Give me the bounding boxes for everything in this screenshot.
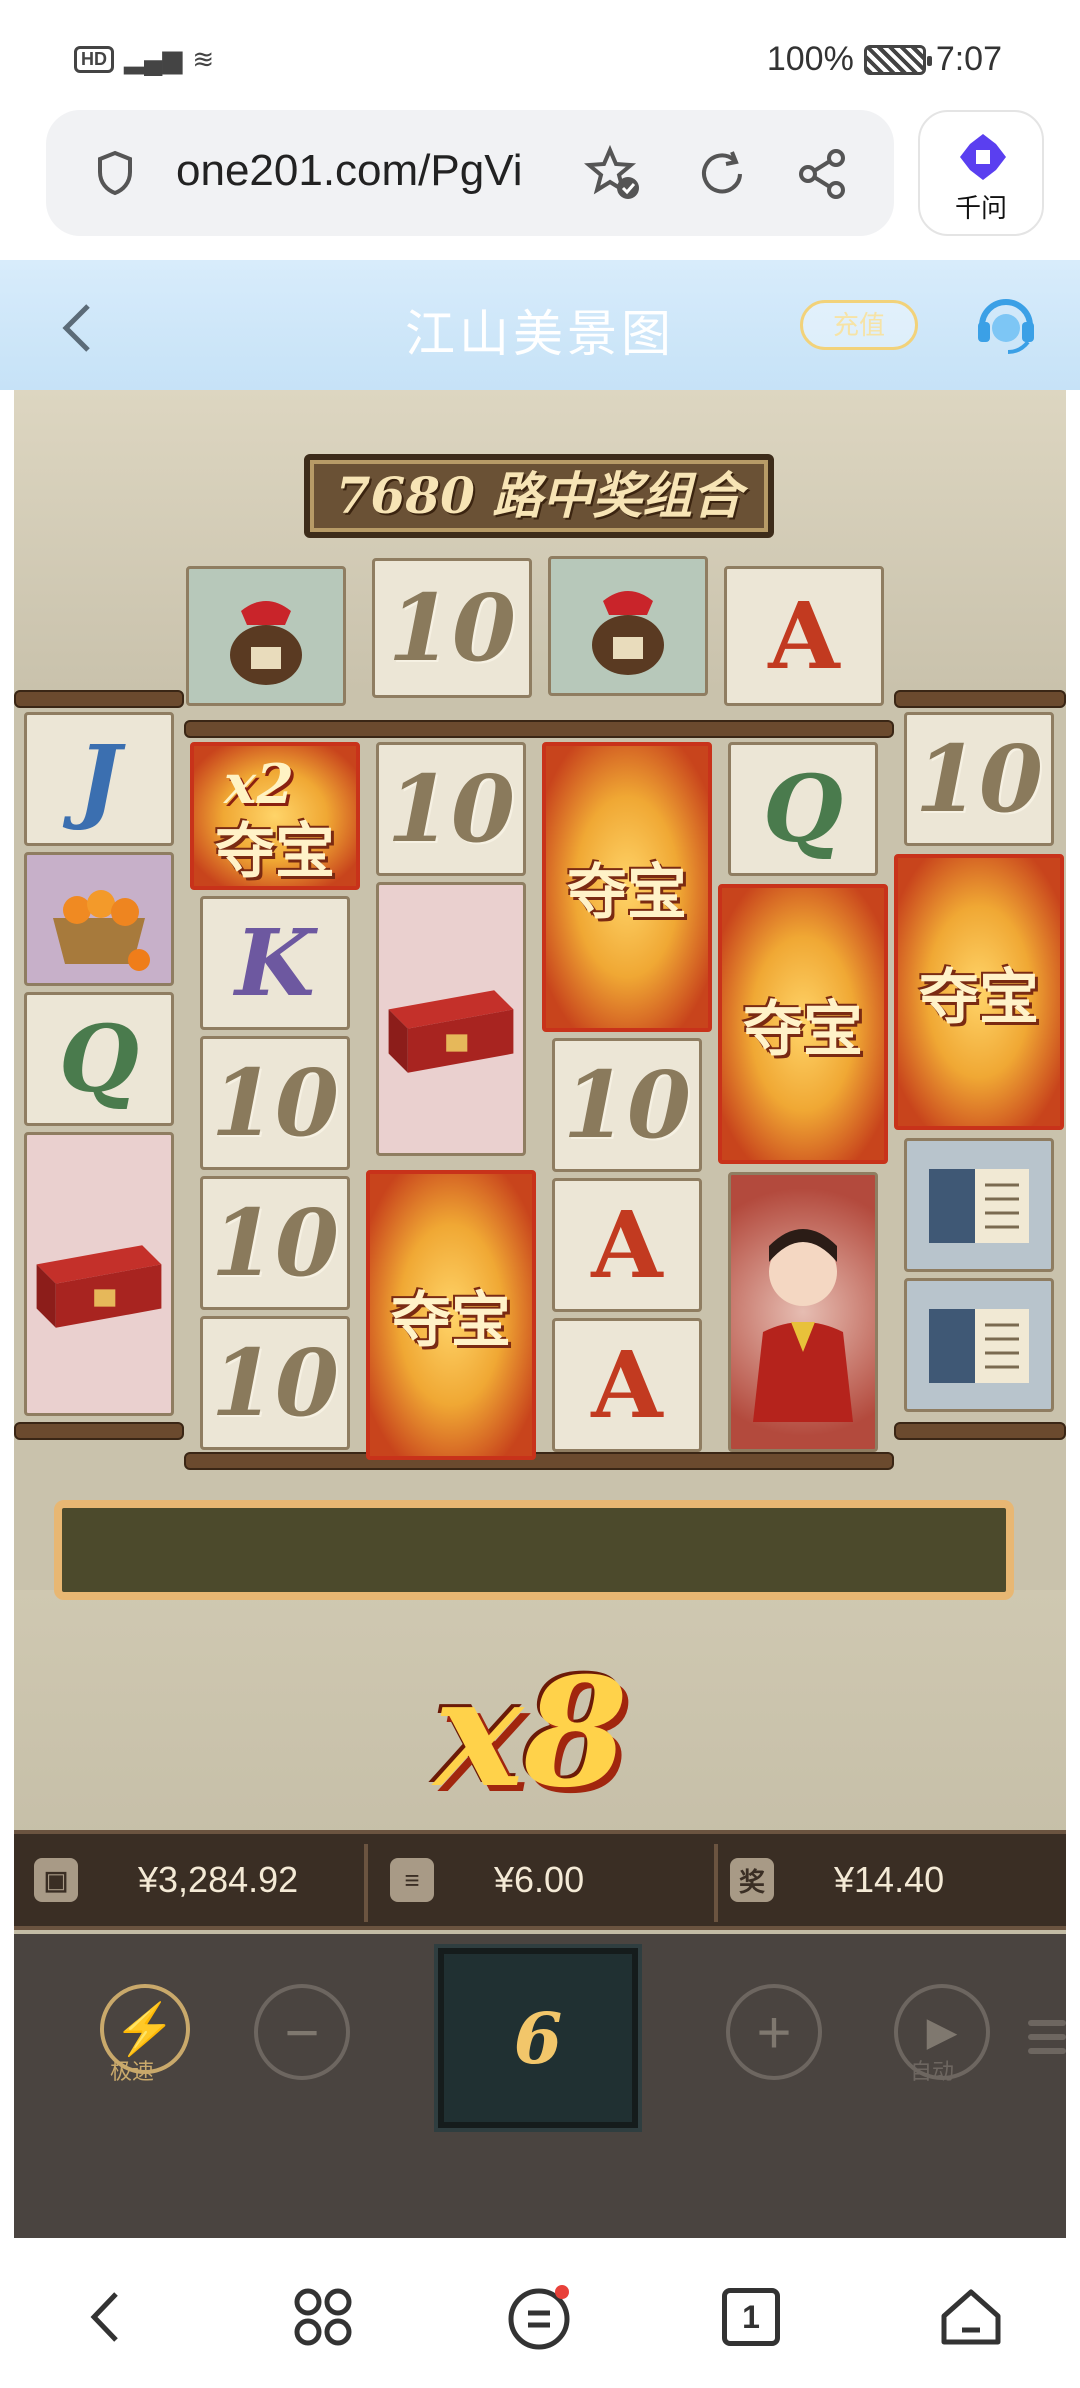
increase-bet-button[interactable]: + (726, 1984, 822, 2080)
back-icon[interactable] (72, 2282, 142, 2352)
balance-display: ▣ ¥3,284.92 (34, 1834, 364, 1926)
autoplay-label: 自动 (910, 2059, 955, 2084)
symbol-10: 10 (376, 742, 526, 876)
symbol-fruit-basket (24, 852, 174, 986)
clock: 7:07 (935, 40, 1002, 78)
symbol-A: A (552, 1178, 702, 1312)
win-icon: 奖 (730, 1858, 774, 1902)
qianwen-assistant-button[interactable]: 千问 (918, 110, 1044, 236)
url-text[interactable]: one201.com/PgVi (176, 146, 523, 196)
tabs-button[interactable]: 1 (722, 2288, 780, 2346)
recharge-button[interactable]: 充值 (800, 300, 918, 350)
shield-icon[interactable] (96, 150, 134, 196)
symbol-scatter: 夺宝 (366, 1170, 536, 1460)
symbol-wine-jar (548, 556, 708, 696)
symbol-10: 10 (200, 1316, 350, 1450)
signal-icon: ▂▄▆ (124, 44, 183, 74)
status-bar: HD ▂▄▆ ≋ 100% 7:07 (0, 0, 1080, 110)
wifi-icon: ≋ (192, 44, 215, 74)
ways-banner: 7680 路中奖组合 (304, 454, 774, 538)
share-icon[interactable] (792, 144, 852, 204)
battery-icon (863, 44, 932, 75)
hd-badge: HD (74, 46, 114, 73)
symbol-Q: Q (24, 992, 174, 1126)
apps-icon[interactable] (288, 2282, 358, 2352)
battery-percent: 100% (766, 40, 854, 78)
wallet-icon: ▣ (34, 1858, 78, 1902)
star-check-icon[interactable] (584, 144, 644, 204)
reel-rail (14, 690, 184, 708)
symbol-treasure-chest (376, 882, 526, 1156)
win-value: ¥14.40 (834, 1859, 945, 1900)
win-message-bar (54, 1500, 1014, 1600)
win-display: 奖 ¥14.40 (730, 1834, 1060, 1926)
symbol-character (728, 1172, 878, 1452)
win-multiplier: x8 (434, 1645, 628, 1821)
reel-rail (184, 1452, 894, 1470)
symbol-scatter: 夺宝 (718, 884, 888, 1164)
balance-value: ¥3,284.92 (138, 1859, 299, 1900)
symbol-scatter: 夺宝 (894, 854, 1064, 1130)
qianwen-label: 千问 (954, 193, 1007, 223)
symbol-treasure-chest (24, 1132, 174, 1416)
reel-rail (14, 1422, 184, 1440)
symbol-10: 10 (904, 712, 1054, 846)
browser-bottom-nav: 1 (0, 2238, 1080, 2388)
bet-level-box: 6 (438, 1948, 638, 2128)
reel-rail (184, 720, 894, 738)
reel-rail (894, 1422, 1066, 1440)
symbol-Q: Q (728, 742, 878, 876)
qianwen-logo-icon (960, 134, 1006, 180)
symbol-book (904, 1278, 1054, 1412)
background-scenery (14, 390, 1066, 690)
symbol-J: J (24, 712, 174, 846)
symbol-A: A (552, 1318, 702, 1452)
home-icon[interactable] (936, 2282, 1006, 2352)
symbol-10: 10 (200, 1176, 350, 1310)
info-bar: ▣ ¥3,284.92 ≡ ¥6.00 奖 ¥14.40 (14, 1830, 1066, 1930)
menu-icon[interactable] (1028, 2020, 1066, 2062)
menu-notification-icon[interactable] (504, 2282, 574, 2352)
symbol-wine-jar (186, 566, 346, 706)
slot-game[interactable]: 7680 路中奖组合 10 A J Q x2 夺宝 K 10 10 10 10 … (14, 390, 1066, 2238)
symbol-scatter-x2: x2 夺宝 (190, 742, 360, 890)
control-panel: ⚡ 极速 − 6 + ▶ 自动 (14, 1934, 1066, 2238)
bet-level-value: 6 (513, 1996, 563, 2080)
symbol-book (904, 1138, 1054, 1272)
symbol-scatter: 夺宝 (542, 742, 712, 1032)
page-title: 江山美景图 (405, 306, 675, 362)
customer-service-icon[interactable] (970, 288, 1042, 360)
symbol-A: A (724, 566, 884, 706)
decrease-bet-button[interactable]: − (254, 1984, 350, 2080)
bet-value: ¥6.00 (494, 1859, 585, 1900)
symbol-K: K (200, 896, 350, 1030)
coins-icon: ≡ (390, 1858, 434, 1902)
address-bar[interactable]: one201.com/PgVi (46, 110, 894, 236)
lightning-icon: ⚡ (113, 2000, 177, 2057)
symbol-10: 10 (372, 558, 532, 698)
play-icon: ▶ (926, 2010, 958, 2054)
refresh-icon[interactable] (692, 144, 752, 204)
reel-rail (894, 690, 1066, 708)
bet-display: ≡ ¥6.00 (390, 1834, 710, 1926)
symbol-10: 10 (200, 1036, 350, 1170)
turbo-label: 极速 (110, 2059, 155, 2084)
symbol-10: 10 (552, 1038, 702, 1172)
app-header: 江山美景图 充值 (0, 260, 1080, 390)
